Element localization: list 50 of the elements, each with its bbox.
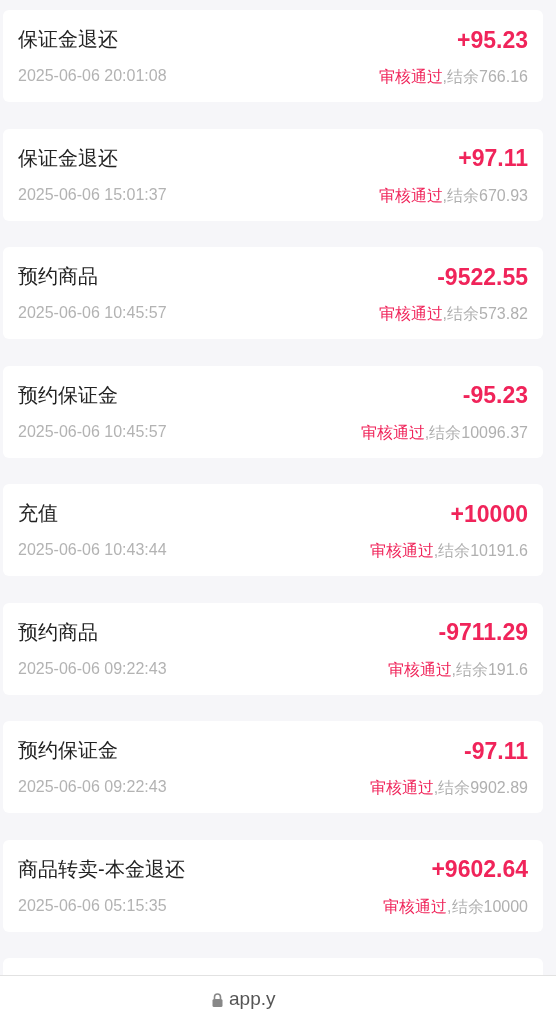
status-text: 审核通过: [383, 896, 448, 917]
amount: +95.23: [457, 25, 528, 55]
url-text[interactable]: app.y: [229, 985, 276, 1014]
record-time: 2025-06-06 09:22:43: [18, 658, 167, 679]
record-time: 2025-06-06 09:22:43: [18, 777, 167, 797]
amount: -97.11: [464, 736, 528, 766]
amount: -9522.55: [437, 262, 528, 292]
status-text: 审核通过: [378, 67, 443, 88]
balance-text: ,结余191.6: [451, 659, 528, 680]
status-text: 审核通过: [369, 778, 434, 799]
amount: +10000: [450, 499, 528, 529]
record-title: 商品转卖-本金退还: [18, 856, 185, 882]
balance-text: ,结余766.16: [442, 67, 528, 88]
balance-text: ,结余573.82: [442, 304, 528, 325]
record-title: 保证金退还: [18, 27, 119, 52]
record-time: 2025-06-06 15:01:37: [18, 184, 167, 205]
amount: -9711.29: [438, 618, 528, 648]
record-card[interactable]: 商品转卖-本金退还 2025-06-06 05:15:35 +9602.64 审核通过,结余10000: [3, 839, 543, 932]
balance-text: ,结余10191.6: [433, 541, 528, 562]
status-text: 审核通过: [378, 185, 443, 206]
record-card[interactable]: 保证金退还 2025-06-06 20:01:08 +95.23 审核通过,结余766.16: [3, 10, 543, 102]
record-time: 2025-06-06 05:15:35: [18, 895, 168, 916]
record-time: 2025-06-06 10:45:57: [18, 421, 167, 442]
record-title: 充值: [18, 501, 59, 526]
record-title: 保证金退还: [18, 145, 119, 171]
balance-text: ,结余670.93: [442, 185, 528, 206]
record-title: 预约商品: [18, 619, 99, 645]
record-title: 预约商品: [18, 264, 99, 289]
record-title: 预约保证金: [18, 382, 119, 408]
status-text: 审核通过: [378, 304, 443, 325]
record-title: 预约保证金: [18, 738, 119, 763]
status-text: 审核通过: [360, 422, 425, 443]
record-time: 2025-06-06 10:45:57: [18, 303, 167, 323]
record-card[interactable]: 预约商品 2025-06-06 09:22:43 -9711.29 审核通过,结余191.6: [3, 602, 543, 695]
amount: +9602.64: [431, 855, 528, 885]
record-card[interactable]: 预约商品 2025-06-06 10:45:57 -9522.55 审核通过,结余573.82: [3, 247, 543, 339]
record-time: 2025-06-06 20:01:08: [18, 66, 167, 86]
balance-text: ,结余10096.37: [424, 422, 528, 443]
record-card[interactable]: 预约保证金 2025-06-06 10:45:57 -95.23 审核通过,结余10096.37: [3, 365, 543, 458]
lock-icon: [212, 992, 223, 1007]
amount: -95.23: [462, 381, 528, 411]
record-card[interactable]: 预约保证金 2025-06-06 09:22:43 -97.11 审核通过,结余9902.89: [3, 721, 543, 813]
record-time: 2025-06-06 10:43:44: [18, 540, 167, 560]
balance-text: ,结余10000: [447, 896, 528, 917]
status-text: 审核通过: [369, 541, 434, 562]
record-card[interactable]: 充值 2025-06-06 10:43:44 +10000 审核通过,结余10191.6: [3, 484, 543, 576]
amount: +97.11: [458, 144, 528, 174]
status-text: 审核通过: [387, 659, 452, 680]
balance-text: ,结余9902.89: [433, 778, 528, 799]
record-card[interactable]: 保证金退还 2025-06-06 15:01:37 +97.11 审核通过,结余670.93: [3, 128, 543, 221]
